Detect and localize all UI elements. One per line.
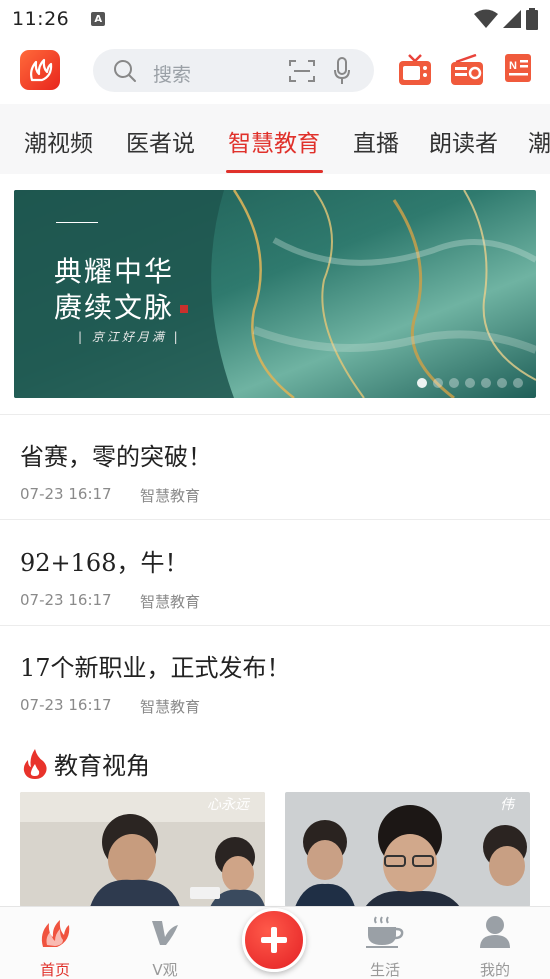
article-item[interactable]: 省赛，零的突破！ 07-23 16:17 智慧教育 — [0, 415, 550, 520]
article-category: 智慧教育 — [140, 698, 201, 716]
banner-title-line2: 赓续文脉 — [54, 291, 175, 324]
notification-a-icon: A — [91, 12, 106, 26]
article-time: 07-23 16:17 — [20, 696, 112, 714]
nav-label: V观 — [152, 961, 178, 979]
banner-subtitle: | 京江好月满 | — [78, 330, 181, 344]
nav-home[interactable]: 首页 — [0, 907, 110, 979]
v-icon — [152, 921, 178, 945]
nav-label: 我的 — [479, 961, 510, 979]
scan-icon[interactable] — [289, 59, 315, 83]
person-icon — [480, 916, 510, 948]
flame-logo-icon — [30, 58, 53, 82]
tab-doctor-says[interactable]: 医者说 — [126, 124, 195, 158]
banner-carousel[interactable]: 典耀中华 赓续文脉 | 京江好月满 | — [14, 190, 536, 398]
status-bar: 11:26 A — [0, 0, 550, 38]
radio-icon[interactable] — [450, 54, 484, 86]
video-card[interactable]: 伟 — [285, 792, 530, 907]
nav-mine[interactable]: 我的 — [440, 907, 550, 979]
status-time: 11:26 — [12, 8, 70, 30]
article-category: 智慧教育 — [140, 487, 201, 505]
tab-chao-video[interactable]: 潮视频 — [24, 124, 93, 158]
article-time: 07-23 16:17 — [20, 591, 112, 609]
carousel-dots — [417, 378, 523, 388]
flame-icon — [23, 748, 47, 779]
app-header: 搜索 N — [0, 40, 550, 102]
nav-label: 生活 — [369, 961, 400, 979]
home-logo-icon — [41, 920, 70, 947]
newspaper-icon[interactable]: N — [504, 53, 532, 85]
tab-chao[interactable]: 潮 — [528, 124, 550, 158]
app-logo-icon[interactable] — [20, 50, 60, 90]
card-tag: 伟 — [500, 797, 514, 813]
banner-seal-stamp — [180, 305, 188, 313]
search-placeholder: 搜索 — [153, 64, 192, 86]
section-header: 教育视角 — [22, 746, 150, 781]
nav-life[interactable]: 生活 — [330, 907, 440, 979]
signal-icon — [503, 10, 521, 28]
banner-decor-line — [56, 222, 98, 223]
article-time: 07-23 16:17 — [20, 485, 112, 503]
tab-reader[interactable]: 朗读者 — [429, 124, 498, 158]
microphone-icon[interactable] — [333, 57, 351, 85]
active-tab-indicator — [226, 170, 323, 173]
carousel-dot[interactable] — [465, 378, 475, 388]
carousel-dot[interactable] — [417, 378, 427, 388]
plus-icon — [261, 927, 287, 953]
card-thumbnail — [285, 792, 530, 907]
article-title: 省赛，零的突破！ — [20, 443, 212, 471]
article-item[interactable]: 92+168，牛！ 07-23 16:17 智慧教育 — [0, 521, 550, 626]
card-tag: 心永远 — [207, 797, 249, 813]
nav-label: 首页 — [39, 961, 70, 979]
status-icons — [474, 8, 538, 30]
article-title: 92+168，牛！ — [20, 549, 189, 577]
search-icon — [114, 60, 136, 82]
battery-icon — [526, 8, 538, 30]
publish-plus-button[interactable] — [242, 908, 306, 972]
svg-text:N: N — [509, 60, 517, 72]
nav-vguan[interactable]: V观 — [110, 907, 220, 979]
video-card[interactable]: 心永远 — [20, 792, 265, 907]
carousel-dot[interactable] — [497, 378, 507, 388]
carousel-dot[interactable] — [481, 378, 491, 388]
divider — [0, 519, 550, 520]
tab-live[interactable]: 直播 — [353, 124, 399, 158]
banner-title-line1: 典耀中华 — [54, 255, 175, 288]
article-title: 17个新职业，正式发布！ — [20, 654, 291, 682]
tv-icon[interactable] — [398, 54, 432, 86]
tab-smart-education[interactable]: 智慧教育 — [228, 124, 320, 158]
search-bar[interactable]: 搜索 — [93, 49, 374, 92]
wifi-icon — [474, 9, 498, 28]
section-title: 教育视角 — [54, 752, 150, 780]
carousel-dot[interactable] — [449, 378, 459, 388]
carousel-dot[interactable] — [513, 378, 523, 388]
article-item[interactable]: 17个新职业，正式发布！ 07-23 16:17 智慧教育 — [0, 626, 550, 731]
coffee-cup-icon — [366, 916, 404, 948]
channel-tabs: 潮视频 医者说 智慧教育 直播 朗读者 潮 — [0, 104, 550, 174]
article-category: 智慧教育 — [140, 593, 201, 611]
carousel-dot[interactable] — [433, 378, 443, 388]
